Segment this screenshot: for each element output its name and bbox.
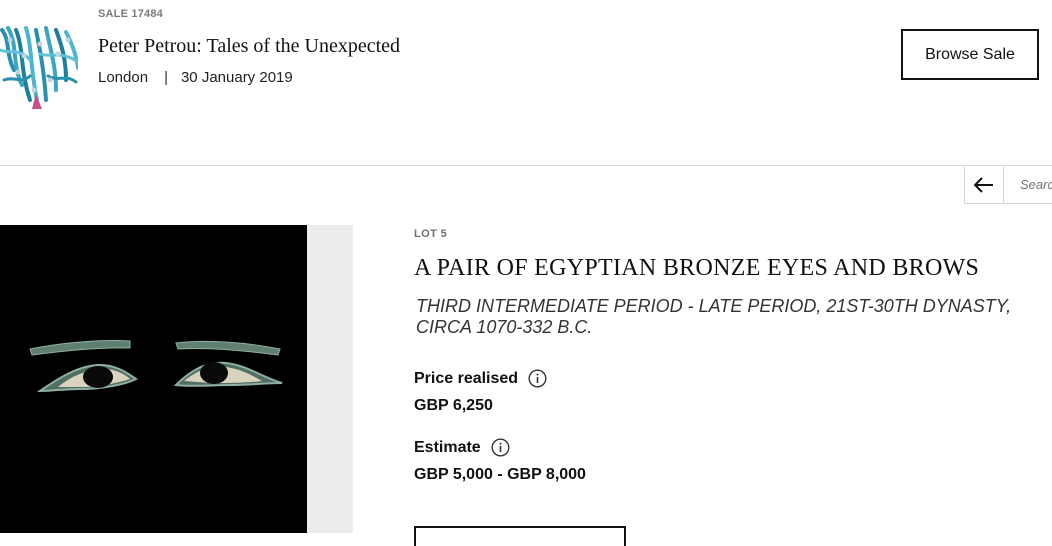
sale-location: London bbox=[98, 69, 149, 86]
lot-subtitle-line: THIRD INTERMEDIATE PERIOD - LATE PERIOD,… bbox=[416, 296, 1012, 316]
lot-action-button[interactable] bbox=[414, 526, 626, 546]
lot-title: A PAIR OF EGYPTIAN BRONZE EYES AND BROWS bbox=[414, 255, 980, 281]
sale-number: SALE 17484 bbox=[98, 8, 163, 20]
price-realised-label: Price realised bbox=[414, 369, 547, 388]
price-realised-text: Price realised bbox=[414, 369, 519, 387]
estimate-label: Estimate bbox=[414, 438, 510, 457]
lot-image[interactable] bbox=[0, 225, 307, 533]
sale-thumbnail-image bbox=[0, 10, 78, 109]
lot-subtitle-line: CIRCA 1070-332 B.C. bbox=[416, 317, 593, 337]
info-icon[interactable] bbox=[491, 438, 510, 457]
browse-sale-button[interactable]: Browse Sale bbox=[901, 29, 1039, 80]
lot-search bbox=[1004, 166, 1052, 204]
previous-lot-button[interactable] bbox=[964, 166, 1004, 204]
header-divider bbox=[0, 165, 1052, 166]
lot-search-input[interactable] bbox=[1004, 166, 1052, 203]
lot-subtitle: THIRD INTERMEDIATE PERIOD - LATE PERIOD,… bbox=[416, 296, 1052, 338]
price-realised-value: GBP 6,250 bbox=[414, 397, 493, 414]
image-side-rail bbox=[307, 225, 353, 533]
estimate-text: Estimate bbox=[414, 438, 481, 456]
lot-number: LOT 5 bbox=[414, 228, 448, 240]
lot-photo bbox=[0, 225, 307, 533]
estimate-value: GBP 5,000 - GBP 8,000 bbox=[414, 466, 586, 483]
sale-meta: London | 30 January 2019 bbox=[98, 69, 293, 86]
sale-thumbnail[interactable] bbox=[0, 10, 78, 109]
sale-title[interactable]: Peter Petrou: Tales of the Unexpected bbox=[98, 35, 400, 58]
sale-meta-separator: | bbox=[164, 69, 168, 86]
sale-date: 30 January 2019 bbox=[180, 69, 293, 86]
arrow-left-icon bbox=[974, 176, 993, 193]
info-icon[interactable] bbox=[528, 369, 547, 388]
